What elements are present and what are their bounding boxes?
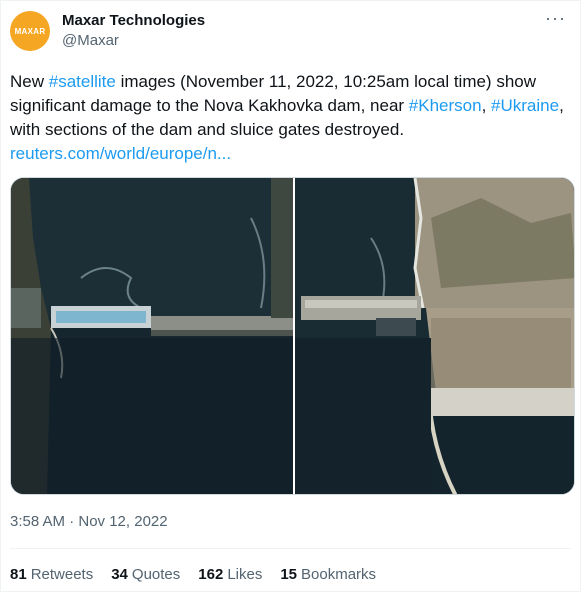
likes-count: 162 <box>198 566 224 583</box>
hashtag-satellite[interactable]: #satellite <box>49 72 116 91</box>
retweets-stat[interactable]: 81 Retweets <box>10 566 93 583</box>
tweet-text: New #satellite images (November 11, 2022… <box>10 70 570 166</box>
bookmarks-stat[interactable]: 15 Bookmarks <box>280 566 376 583</box>
satellite-image-right[interactable] <box>295 178 575 495</box>
tweet-timestamp[interactable]: 3:58 AM · Nov 12, 2022 <box>10 513 168 530</box>
satellite-images <box>11 178 575 495</box>
text-segment: New <box>10 72 49 91</box>
hashtag-kherson[interactable]: #Kherson <box>409 96 482 115</box>
divider <box>10 548 571 549</box>
text-segment: , <box>481 96 492 115</box>
more-options-icon[interactable]: ··· <box>545 9 566 27</box>
avatar[interactable]: MAXAR <box>10 11 50 51</box>
tweet-stats: 81 Retweets 34 Quotes 162 Likes 15 Bookmarks <box>10 566 376 583</box>
tweet-media[interactable] <box>10 177 575 495</box>
quotes-label: Quotes <box>131 566 181 583</box>
retweets-count: 81 <box>10 566 27 583</box>
quotes-count: 34 <box>111 566 128 583</box>
likes-label: Likes <box>227 566 263 583</box>
author-display-name[interactable]: Maxar Technologies <box>62 12 205 29</box>
satellite-image-left[interactable] <box>11 178 293 495</box>
retweets-label: Retweets <box>30 566 94 583</box>
quotes-stat[interactable]: 34 Quotes <box>111 566 180 583</box>
bookmarks-label: Bookmarks <box>301 566 377 583</box>
hashtag-ukraine[interactable]: #Ukraine <box>491 96 559 115</box>
bookmarks-count: 15 <box>280 566 298 583</box>
likes-stat[interactable]: 162 Likes <box>198 566 262 583</box>
author-handle[interactable]: @Maxar <box>62 32 119 49</box>
tweet-card[interactable]: MAXAR Maxar Technologies @Maxar ··· New … <box>0 0 581 592</box>
maxar-logo: MAXAR <box>14 26 46 36</box>
article-link[interactable]: reuters.com/world/europe/n... <box>10 144 231 163</box>
